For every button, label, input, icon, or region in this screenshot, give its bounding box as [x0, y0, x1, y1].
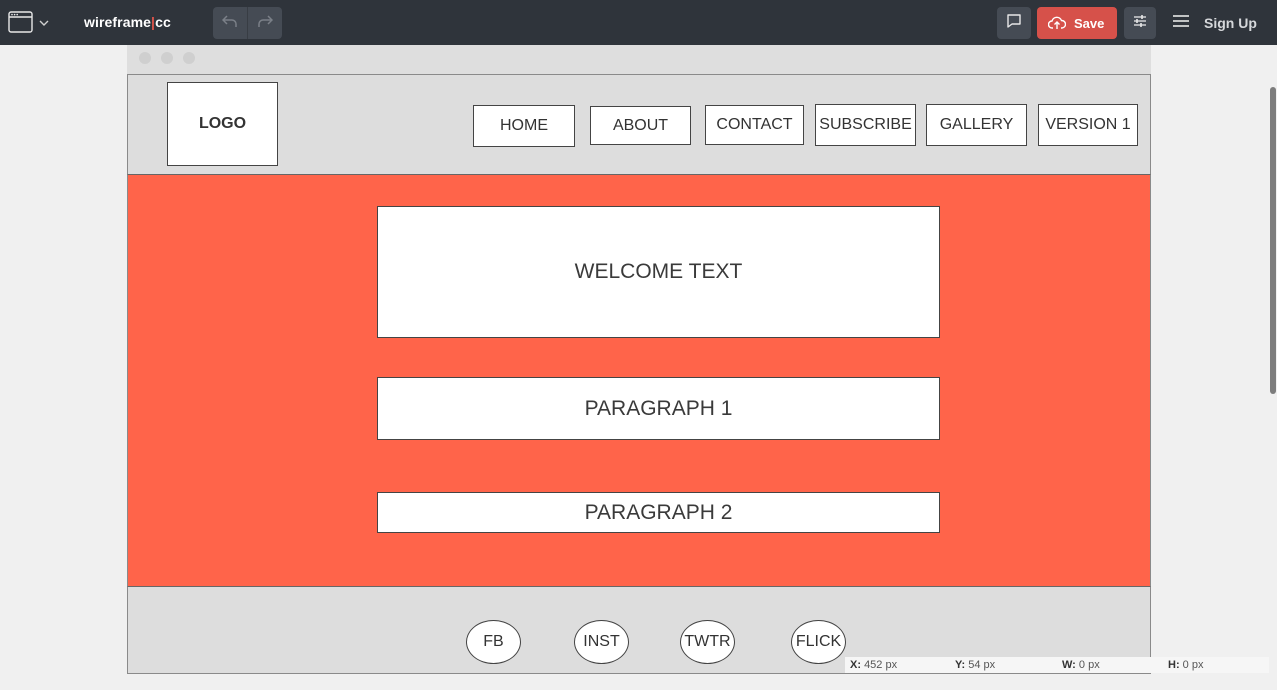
paragraph-1-box[interactable]: PARAGRAPH 1 [377, 377, 940, 440]
undo-icon [221, 14, 238, 33]
wireframe-logo-box[interactable]: LOGO [167, 82, 278, 166]
main-menu-button[interactable] [1170, 13, 1192, 33]
nav-box-home[interactable]: HOME [473, 105, 575, 147]
save-label: Save [1074, 15, 1105, 31]
brand-suffix: cc [155, 14, 171, 30]
coordinates-status-bar: X: 452 px Y: 54 px W: 0 px H: 0 px [845, 657, 1269, 673]
x-coordinate: X: 452 px [850, 659, 898, 671]
scrollbar-thumb[interactable] [1270, 87, 1276, 394]
undo-button[interactable] [213, 7, 248, 39]
social-circle-twtr[interactable]: TWTR [680, 620, 735, 664]
comments-button[interactable] [997, 7, 1031, 39]
nav-box-version[interactable]: VERSION 1 [1038, 104, 1138, 146]
app-toolbar: wireframe|cc Save Sign Up [0, 0, 1277, 45]
settings-sliders-icon [1132, 13, 1148, 34]
nav-box-contact[interactable]: CONTACT [705, 105, 804, 145]
social-circle-flick[interactable]: FLICK [791, 620, 846, 664]
window-dot-minimize [161, 52, 173, 64]
width-readout: W: 0 px [1062, 659, 1100, 671]
nav-box-subscribe[interactable]: SUBSCRIBE [815, 104, 916, 146]
page-menu-button[interactable] [8, 11, 54, 35]
social-circle-inst[interactable]: INST [574, 620, 629, 664]
redo-icon [257, 14, 274, 33]
social-circle-fb[interactable]: FB [466, 620, 521, 664]
window-dot-maximize [183, 52, 195, 64]
welcome-text-box[interactable]: WELCOME TEXT [377, 206, 940, 338]
window-dot-close [139, 52, 151, 64]
sign-up-link[interactable]: Sign Up [1204, 15, 1257, 31]
undo-redo-group [213, 7, 282, 39]
redo-button[interactable] [248, 7, 282, 39]
browser-frame-bar [127, 45, 1151, 74]
hamburger-menu-icon [1172, 14, 1190, 33]
brand-text: wireframe [84, 14, 152, 30]
save-button[interactable]: Save [1037, 7, 1117, 39]
paragraph-2-box[interactable]: PARAGRAPH 2 [377, 492, 940, 533]
y-coordinate: Y: 54 px [955, 659, 996, 671]
nav-box-gallery[interactable]: GALLERY [926, 104, 1027, 146]
cloud-upload-icon [1048, 16, 1066, 30]
comment-icon [1006, 13, 1022, 34]
settings-button[interactable] [1124, 7, 1156, 39]
app-logo[interactable]: wireframe|cc [84, 14, 171, 30]
height-readout: H: 0 px [1168, 659, 1204, 671]
nav-box-about[interactable]: ABOUT [590, 106, 691, 145]
